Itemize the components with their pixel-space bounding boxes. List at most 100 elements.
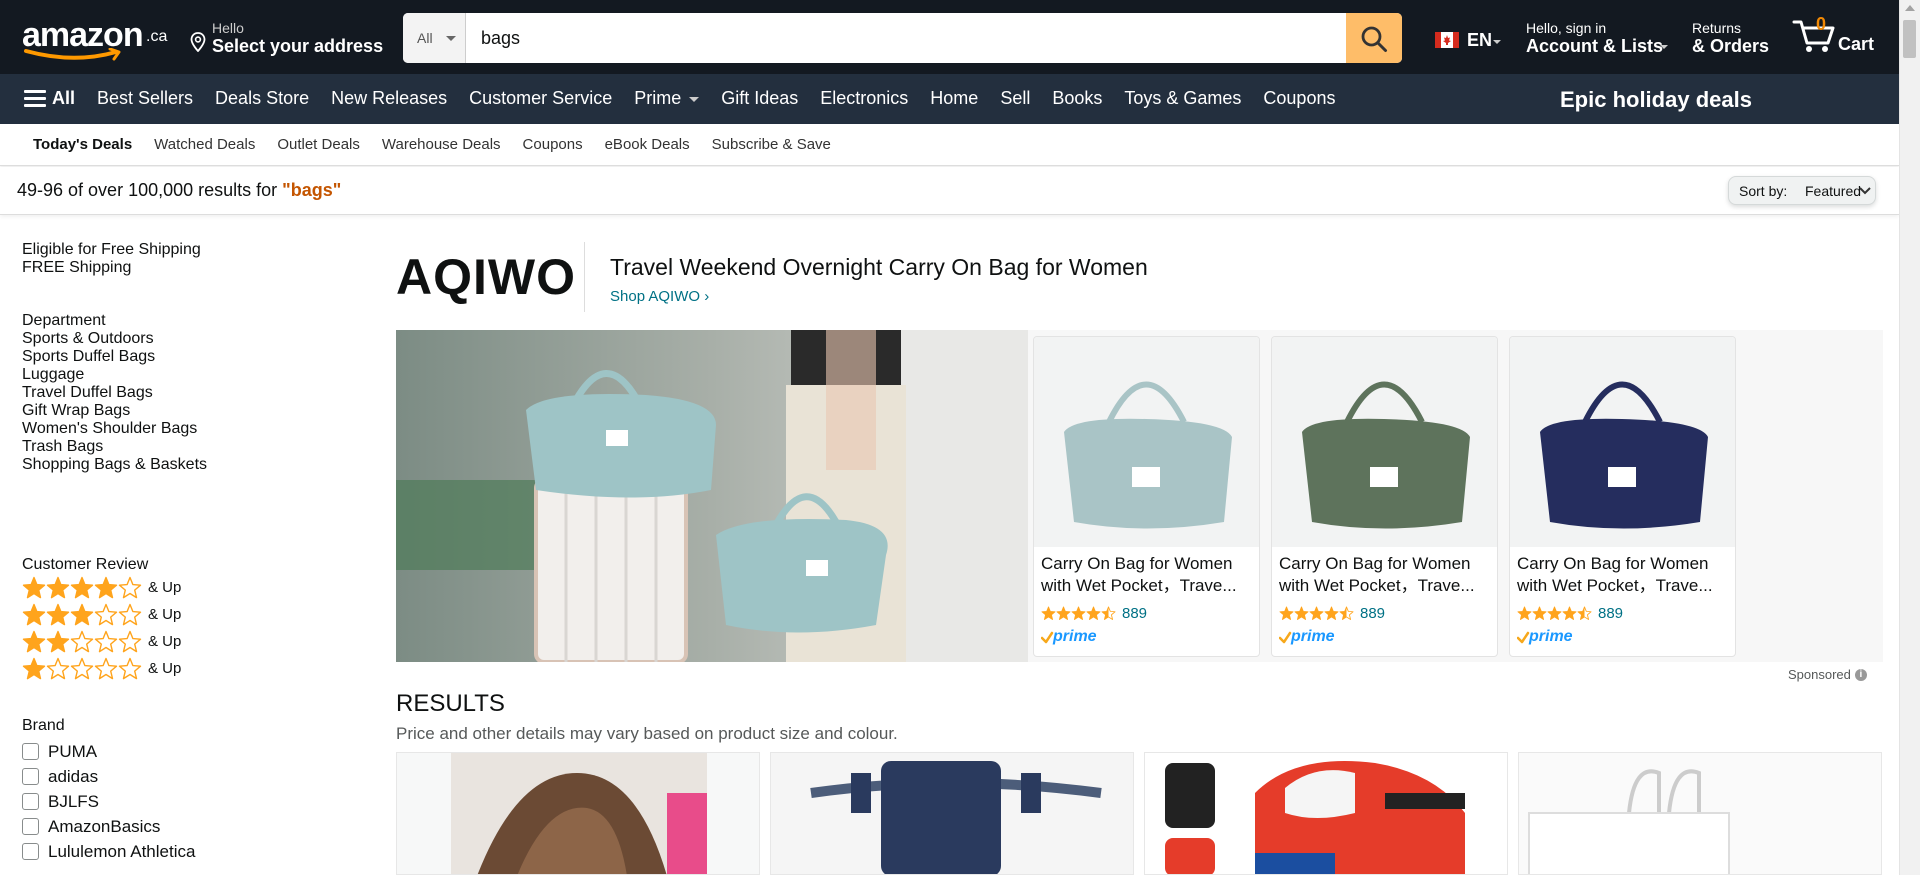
nav-link-customer-service[interactable]: Customer Service: [458, 88, 623, 110]
subnav-todays-deals[interactable]: Today's Deals: [22, 124, 143, 165]
department-link[interactable]: Gift Wrap Bags: [22, 402, 342, 420]
nav-link-home[interactable]: Home: [919, 88, 989, 110]
shop-brand-link[interactable]: Shop AQIWO ›: [610, 288, 709, 305]
search-category-select[interactable]: All: [403, 13, 466, 63]
brand-filter-item[interactable]: AmazonBasics: [22, 814, 195, 839]
language-code: EN: [1467, 30, 1493, 50]
subnav-warehouse-deals[interactable]: Warehouse Deals: [371, 124, 512, 165]
filter-heading-shipping: Eligible for Free Shipping: [22, 241, 201, 258]
review-filter-4-stars[interactable]: & Up: [22, 574, 181, 601]
brand-filter-item[interactable]: Lululemon Athletica: [22, 839, 195, 864]
deliver-address-label: Select your address: [212, 36, 384, 56]
brand-hero-image[interactable]: [396, 330, 1028, 662]
scroll-up-arrow-icon[interactable]: [1905, 5, 1915, 11]
review-filter-2-stars[interactable]: & Up: [22, 628, 181, 655]
department-link[interactable]: Luggage: [22, 366, 342, 384]
department-link[interactable]: Sports & Outdoors: [22, 330, 342, 348]
star-icon: [46, 630, 70, 652]
prime-badge: prime: [1516, 628, 1587, 652]
rating-stars-icon: [1279, 606, 1354, 621]
department-link[interactable]: Women's Shoulder Bags: [22, 420, 342, 438]
product-title[interactable]: Carry On Bag for Women with Wet Pocket，T…: [1279, 553, 1491, 597]
filter-free-shipping-link[interactable]: FREE Shipping: [22, 259, 201, 277]
language-selector[interactable]: EN: [1433, 28, 1507, 52]
brand-label: BJLFS: [48, 791, 100, 811]
department-link[interactable]: Travel Duffel Bags: [22, 384, 342, 402]
product-rating[interactable]: 889: [1279, 605, 1385, 622]
brand-checkbox[interactable]: [22, 768, 39, 785]
nav-link-gift-ideas[interactable]: Gift Ideas: [710, 88, 809, 110]
subnav-watched-deals[interactable]: Watched Deals: [143, 124, 266, 165]
product-card[interactable]: [770, 752, 1134, 875]
subnav-ebook-deals[interactable]: eBook Deals: [594, 124, 701, 165]
review-count: 889: [1122, 605, 1148, 622]
brand-checkbox[interactable]: [22, 843, 39, 860]
subnav-subscribe-save[interactable]: Subscribe & Save: [701, 124, 842, 165]
product-image[interactable]: [1510, 337, 1735, 547]
sponsored-product-card[interactable]: Carry On Bag for Women with Wet Pocket，T…: [1271, 336, 1498, 657]
product-image[interactable]: [1272, 337, 1497, 547]
amazon-logo[interactable]: amazon .ca: [20, 14, 170, 61]
product-image[interactable]: [1034, 337, 1259, 547]
nav-link-prime[interactable]: Prime: [623, 88, 710, 110]
sponsored-product-card[interactable]: Carry On Bag for Women with Wet Pocket，T…: [1509, 336, 1736, 657]
nav-link-books[interactable]: Books: [1041, 88, 1113, 110]
sponsored-label[interactable]: Sponsored i: [1788, 667, 1867, 682]
product-image: [1145, 753, 1507, 874]
nav-links: Best Sellers Deals Store New Releases Cu…: [86, 88, 1346, 110]
brand-filter-item[interactable]: adidas: [22, 764, 195, 789]
account-lists-menu[interactable]: Hello, sign in Account & Lists: [1524, 18, 1674, 58]
scrollbar-thumb[interactable]: [1903, 20, 1916, 58]
deliver-to-address[interactable]: Hello Select your address: [188, 18, 383, 58]
nav-link-electronics[interactable]: Electronics: [809, 88, 919, 110]
nav-link-coupons[interactable]: Coupons: [1252, 88, 1346, 110]
brand-filter-item[interactable]: BJLFS: [22, 789, 195, 814]
deliver-greeting: Hello: [212, 20, 244, 36]
brand-checkbox[interactable]: [22, 743, 39, 760]
all-menu-label: All: [52, 88, 76, 108]
sponsored-product-card[interactable]: Carry On Bag for Women with Wet Pocket，T…: [1033, 336, 1260, 657]
product-card[interactable]: [1144, 752, 1508, 875]
sort-value: Featured: [1805, 183, 1862, 199]
product-card[interactable]: [396, 752, 760, 875]
aqiwo-brand-logo[interactable]: AQIWO: [396, 248, 576, 306]
product-title[interactable]: Carry On Bag for Women with Wet Pocket，T…: [1041, 553, 1253, 597]
search-input[interactable]: [466, 13, 1347, 63]
product-card[interactable]: [1518, 752, 1882, 875]
cart-button[interactable]: 0 Cart: [1790, 12, 1890, 62]
product-rating[interactable]: 889: [1517, 605, 1623, 622]
location-pin-icon: [190, 32, 206, 52]
review-count: 889: [1360, 605, 1386, 622]
page-scrollbar[interactable]: [1899, 0, 1920, 875]
star-icon: [70, 657, 94, 679]
holiday-deals-promo[interactable]: Epic holiday deals: [1560, 87, 1752, 113]
nav-link-toys-games[interactable]: Toys & Games: [1113, 88, 1252, 110]
nav-link-new-releases[interactable]: New Releases: [320, 88, 458, 110]
search-button[interactable]: [1346, 13, 1402, 63]
brand-filter-item[interactable]: PUMA: [22, 739, 195, 764]
orders-label: & Orders: [1692, 36, 1770, 56]
returns-orders-link[interactable]: Returns & Orders: [1690, 18, 1774, 58]
cart-icon: [1792, 20, 1835, 52]
brand-checkbox[interactable]: [22, 818, 39, 835]
product-rating[interactable]: 889: [1041, 605, 1147, 622]
subnav-coupons[interactable]: Coupons: [512, 124, 594, 165]
subnav-outlet-deals[interactable]: Outlet Deals: [266, 124, 371, 165]
brand-checkbox[interactable]: [22, 793, 39, 810]
product-image: [1519, 753, 1881, 874]
filter-heading-department: Department: [22, 312, 106, 329]
department-link[interactable]: Shopping Bags & Baskets: [22, 456, 342, 474]
nav-link-sell[interactable]: Sell: [989, 88, 1041, 110]
product-title[interactable]: Carry On Bag for Women with Wet Pocket，T…: [1517, 553, 1729, 597]
rating-stars-icon: [1517, 606, 1592, 621]
nav-link-deals-store[interactable]: Deals Store: [204, 88, 320, 110]
review-filter-3-stars[interactable]: & Up: [22, 601, 181, 628]
sponsored-headline[interactable]: Travel Weekend Overnight Carry On Bag fo…: [610, 254, 1148, 281]
department-link[interactable]: Sports Duffel Bags: [22, 348, 342, 366]
sort-dropdown[interactable]: Sort by: Featured: [1728, 176, 1876, 205]
results-info-bar: 49-96 of over 100,000 results for "bags"…: [0, 167, 1899, 215]
department-link[interactable]: Trash Bags: [22, 438, 342, 456]
review-filter-1-stars[interactable]: & Up: [22, 655, 181, 682]
nav-link-best-sellers[interactable]: Best Sellers: [86, 88, 204, 110]
bag-illustration: [1302, 381, 1470, 529]
